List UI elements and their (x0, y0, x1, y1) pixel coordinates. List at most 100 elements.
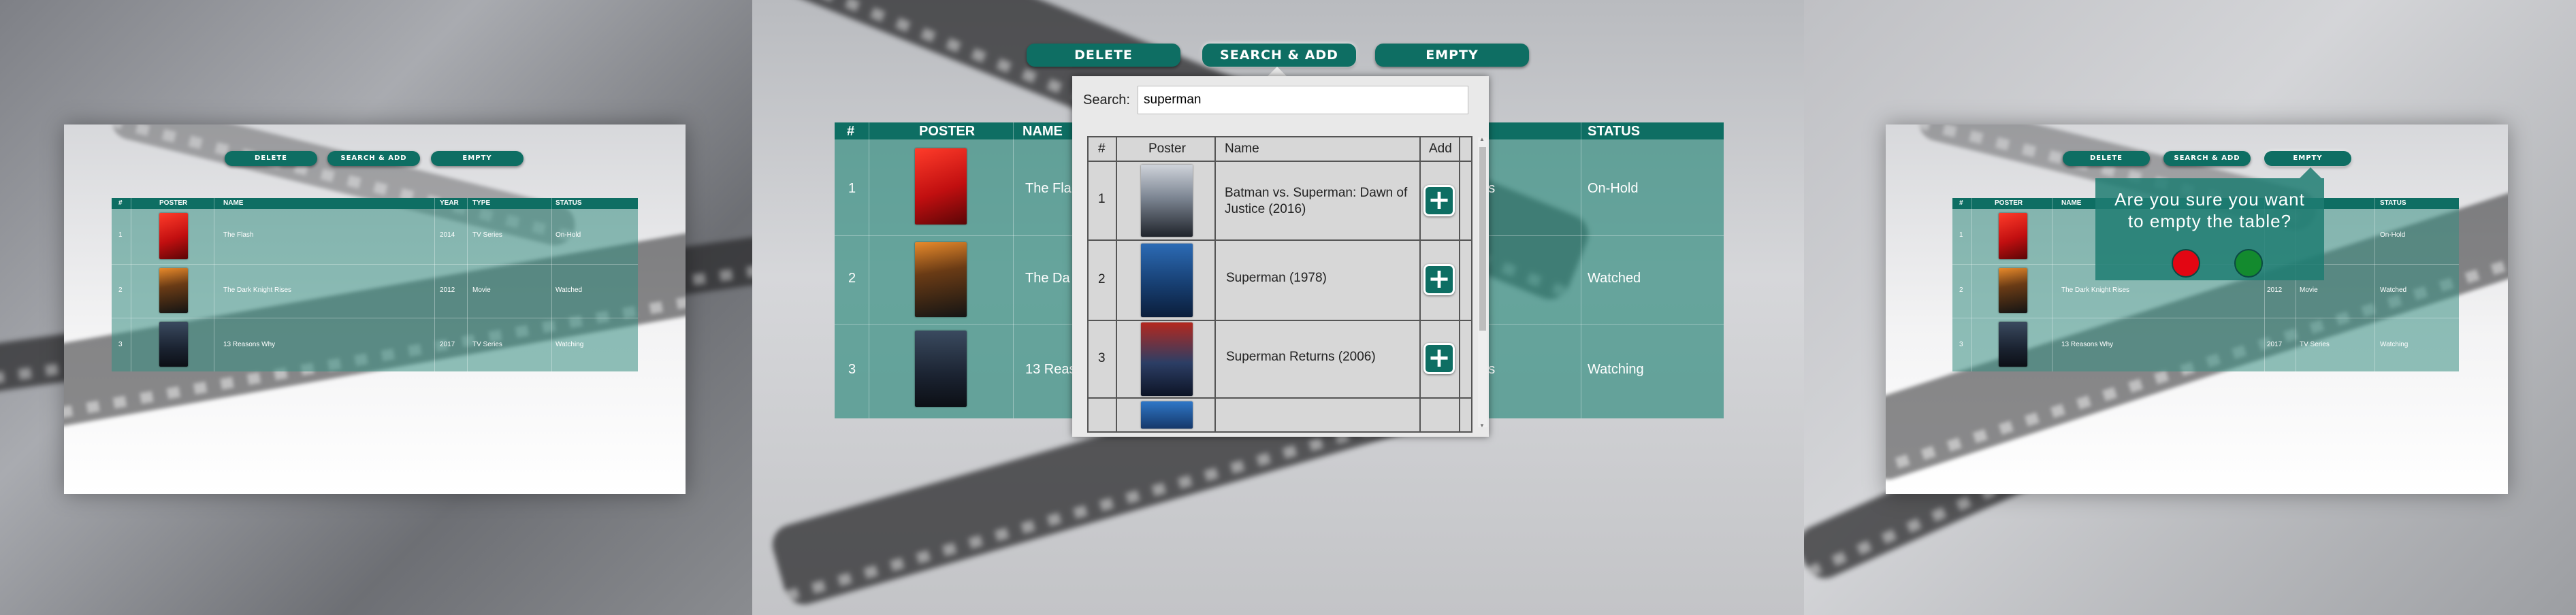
row-name: The Dark Knight Rises (223, 286, 292, 294)
add-result-button[interactable]: + (1423, 185, 1455, 216)
delete-button[interactable]: DELETE (2063, 151, 2150, 166)
poster-image (1999, 213, 2027, 259)
results-header-num: # (1098, 142, 1106, 156)
row-number: 2 (1959, 286, 1963, 294)
row-number: 1 (1959, 231, 1963, 239)
row-status: Watching (556, 341, 584, 348)
poster-image (1141, 401, 1193, 429)
screen-default-view: DELETE SEARCH & ADD EMPTY # POSTER NAME … (64, 124, 686, 494)
results-header-add: Add (1429, 142, 1452, 156)
confirm-message-line1: Are you sure you want (2114, 189, 2305, 210)
empty-button[interactable]: EMPTY (2264, 151, 2351, 166)
row-name: 13 Reasons Why (223, 341, 276, 348)
header-poster: POSTER (919, 124, 976, 139)
result-name: Superman (1978) (1226, 271, 1327, 285)
search-add-button[interactable]: SEARCH & ADD (1202, 44, 1356, 67)
header-status: STATUS (1588, 124, 1641, 139)
results-header-poster: Poster (1148, 142, 1186, 156)
table-header: # POSTER NAME YEAR TYPE STATUS (112, 198, 638, 209)
tooltip-pointer (2300, 167, 2321, 178)
scroll-up-icon[interactable]: ▲ (1479, 136, 1485, 142)
poster-image (159, 213, 188, 259)
row-year: 2012 (2267, 286, 2283, 294)
poster-image (1141, 244, 1193, 317)
search-popup: Search: # Poster Name Add 1 Batman vs. S… (1072, 76, 1489, 437)
row-name: 13 Reasons Why (2061, 341, 2114, 348)
scrollbar-thumb[interactable] (1479, 147, 1486, 331)
poster-image (159, 322, 188, 367)
row-type: TV Series (472, 231, 502, 239)
header-poster: POSTER (159, 199, 188, 207)
header-name: NAME (2061, 199, 2082, 207)
poster-image (1141, 322, 1193, 396)
poster-image (915, 148, 967, 225)
search-label: Search: (1083, 93, 1130, 107)
row-type: TV Series (472, 341, 502, 348)
delete-button[interactable]: DELETE (225, 151, 317, 166)
confirm-message-line2: to empty the table? (2127, 211, 2292, 231)
row-year: 2017 (2267, 341, 2283, 348)
results-scrollbar[interactable]: ▲ ▼ (1478, 136, 1487, 429)
header-poster: POSTER (1995, 199, 2023, 207)
search-input[interactable] (1138, 86, 1468, 114)
row-status: On-Hold (556, 231, 581, 239)
search-add-button[interactable]: SEARCH & ADD (2163, 151, 2251, 166)
poster-image (159, 268, 188, 313)
row-year: 2012 (440, 286, 455, 294)
scroll-down-icon[interactable]: ▼ (1479, 422, 1485, 429)
poster-image (1999, 322, 2027, 367)
search-add-button[interactable]: SEARCH & ADD (327, 151, 420, 166)
cancel-button[interactable] (2172, 249, 2200, 278)
delete-button[interactable]: DELETE (1027, 44, 1180, 67)
row-name: 13 Reas (1025, 362, 1076, 377)
row-number: 2 (848, 271, 856, 286)
row-type: Movie (472, 286, 491, 294)
row-year: 2014 (440, 231, 455, 239)
row-status: On-Hold (1588, 181, 1639, 196)
poster-image (915, 242, 967, 317)
add-result-button[interactable]: + (1423, 264, 1455, 295)
empty-button[interactable]: EMPTY (431, 151, 524, 166)
row-type: Movie (2300, 286, 2318, 294)
row-name: The Da (1025, 271, 1070, 286)
search-results-table: # Poster Name Add 1 Batman vs. Superman:… (1087, 136, 1472, 433)
popup-pointer (1268, 67, 1287, 76)
empty-confirm-tooltip: Are you sure you want to empty the table… (2095, 178, 2324, 280)
result-number: 2 (1098, 272, 1106, 286)
results-header-name: Name (1225, 142, 1259, 156)
result-name: Batman vs. Superman: Dawn of Justice (20… (1225, 186, 1408, 216)
header-status: STATUS (556, 199, 582, 207)
row-number: 2 (118, 286, 123, 294)
poster-image (1141, 165, 1193, 237)
row-status: On-Hold (2380, 231, 2406, 239)
poster-image (1999, 268, 2027, 313)
header-name: NAME (223, 199, 244, 207)
confirm-button[interactable] (2234, 249, 2263, 278)
add-result-button[interactable]: + (1423, 343, 1455, 374)
row-number: 1 (118, 231, 123, 239)
header-name: NAME (1023, 124, 1063, 139)
header-num: # (118, 199, 123, 207)
header-num: # (847, 124, 855, 139)
row-number: 3 (118, 341, 123, 348)
row-status: Watched (1588, 271, 1641, 286)
header-type: TYPE (472, 199, 491, 207)
row-status: Watched (2380, 286, 2407, 294)
watchlist-table: # POSTER NAME YEAR TYPE STATUS 1 The Fla… (112, 198, 638, 371)
row-name: The Fla (1025, 181, 1072, 196)
header-num: # (1959, 199, 1963, 207)
row-status: Watching (2380, 341, 2409, 348)
empty-button[interactable]: EMPTY (1375, 44, 1529, 67)
row-type: TV Series (2300, 341, 2330, 348)
row-status: Watched (556, 286, 583, 294)
poster-image (915, 331, 967, 407)
header-year: YEAR (440, 199, 459, 207)
row-status: Watching (1588, 362, 1644, 377)
row-number: 1 (848, 181, 856, 196)
result-number: 1 (1098, 192, 1106, 206)
row-number: 3 (848, 362, 856, 377)
result-name: Superman Returns (2006) (1226, 350, 1376, 364)
row-number: 3 (1959, 341, 1963, 348)
result-number: 3 (1098, 351, 1106, 365)
row-year: 2017 (440, 341, 455, 348)
